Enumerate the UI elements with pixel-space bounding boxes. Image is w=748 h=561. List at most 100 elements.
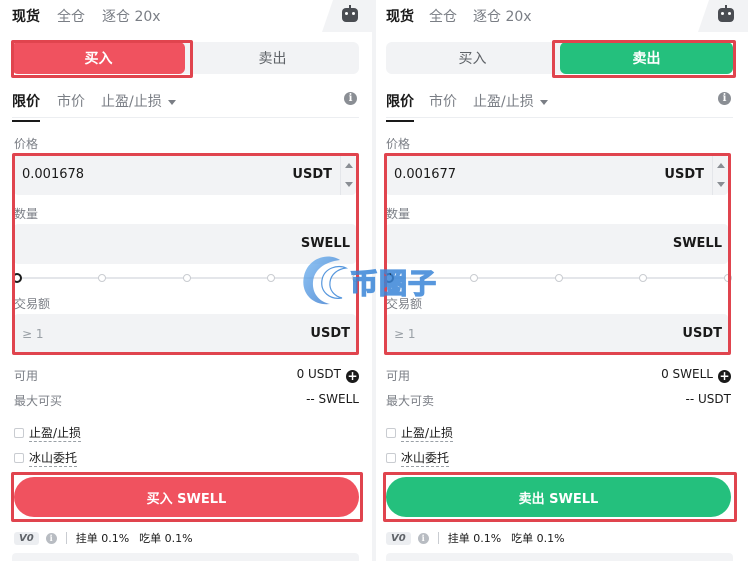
tpsl-checkbox[interactable] [14,428,24,438]
tab-spot[interactable]: 现货 [386,6,414,26]
price-unit: USDT [664,167,704,182]
price-label: 价格 [386,137,411,151]
trading-bot-button[interactable] [698,0,748,32]
fee-info-icon[interactable]: i [45,532,57,544]
tab-tpsl[interactable]: 止盈/止损 [101,91,176,111]
tpsl-checkbox-label: 止盈/止损 [401,426,454,442]
tab-market[interactable]: 市价 [429,91,457,111]
amount-unit: SWELL [672,236,722,251]
price-label: 价格 [14,137,39,151]
trading-bot-button[interactable] [322,0,372,32]
vip-tier-badge[interactable]: V0 [14,531,39,545]
available-label: 可用 [386,369,411,383]
slider-mark-75[interactable] [639,274,647,282]
slider-mark-25[interactable] [98,274,106,282]
robot-icon [718,5,734,22]
price-stepper[interactable] [340,155,356,195]
sell-submit-button[interactable]: 卖出 SWELL [386,477,731,517]
slider-handle[interactable] [12,273,22,283]
taker-fee: 吃单 0.1% [511,532,565,545]
chevron-down-icon [539,99,548,105]
tpsl-checkbox-row[interactable]: 止盈/止损 [386,424,454,442]
tab-tpsl-label: 止盈/止损 [101,94,162,110]
tab-limit[interactable]: 限价 [386,91,414,122]
amount-label: 数量 [386,207,411,221]
price-input[interactable]: 0.001677 USDT [386,155,728,195]
slider-mark-50[interactable] [183,274,191,282]
slider-mark-100[interactable] [724,274,732,282]
tab-limit[interactable]: 限价 [12,91,40,122]
max-label: 最大可买 [14,394,63,408]
total-label: 交易额 [386,297,423,311]
available-value-group: 0 USDT + [297,367,359,383]
max-value: -- USDT [685,392,731,406]
available-value: 0 SWELL [661,367,713,381]
slider-mark-75[interactable] [267,274,275,282]
fee-info-icon[interactable]: i [417,532,429,544]
fee-separator [65,532,67,544]
tpsl-checkbox-row[interactable]: 止盈/止损 [14,424,82,442]
iceberg-checkbox-row[interactable]: 冰山委托 [386,449,450,467]
iceberg-checkbox-label: 冰山委托 [401,451,450,467]
robot-icon [342,5,358,22]
total-label: 交易额 [14,297,51,311]
price-input[interactable]: 0.001678 USDT [14,155,356,195]
tab-market[interactable]: 市价 [57,91,85,111]
iceberg-checkbox-label: 冰山委托 [29,451,78,467]
total-input[interactable]: ≥ 1 USDT [14,314,356,354]
maker-fee: 挂单 0.1% [447,532,502,545]
buy-side-button[interactable]: 买入 [12,42,185,74]
sell-side-button[interactable]: 卖出 [560,42,733,74]
decrement-icon[interactable] [345,182,353,187]
order-type-tabs: 限价 市价 止盈/止损 i [12,88,359,122]
available-label: 可用 [14,369,39,383]
tab-cross[interactable]: 全仓 [57,6,85,26]
amount-unit: SWELL [300,236,350,251]
price-value: 0.001678 [22,167,85,182]
tab-tpsl[interactable]: 止盈/止损 [473,91,548,111]
sell-side-button[interactable]: 卖出 [186,42,359,74]
tpsl-checkbox[interactable] [386,428,396,438]
iceberg-checkbox[interactable] [14,453,24,463]
panel-bottom-edge [12,553,359,561]
amount-label: 数量 [14,207,39,221]
fee-row: V0 i 挂单 0.1% 吃单 0.1% [14,529,193,547]
slider-mark-100[interactable] [352,274,360,282]
total-placeholder: ≥ 1 [394,327,416,341]
total-placeholder: ≥ 1 [22,327,44,341]
tab-spot[interactable]: 现货 [12,6,40,26]
tab-cross[interactable]: 全仓 [429,6,457,26]
price-unit: USDT [292,167,332,182]
slider-mark-25[interactable] [470,274,478,282]
iceberg-checkbox[interactable] [386,453,396,463]
total-input[interactable]: ≥ 1 USDT [386,314,728,354]
price-value: 0.001677 [394,167,457,182]
order-type-tabs: 限价 市价 止盈/止损 i [386,88,733,122]
vip-tier-badge[interactable]: V0 [386,531,411,545]
total-unit: USDT [682,326,722,341]
slider-mark-50[interactable] [555,274,563,282]
amount-slider[interactable] [12,273,360,283]
tab-isolated[interactable]: 逐仓 20x [473,6,532,26]
price-stepper[interactable] [712,155,728,195]
info-icon[interactable]: i [718,92,731,105]
info-icon[interactable]: i [344,92,357,105]
buy-side-button[interactable]: 买入 [386,42,559,74]
iceberg-checkbox-row[interactable]: 冰山委托 [14,449,78,467]
buy-submit-button[interactable]: 买入 SWELL [14,477,359,517]
panel-bottom-edge [386,553,733,561]
decrement-icon[interactable] [717,182,725,187]
increment-icon[interactable] [717,163,725,168]
plus-circle-icon[interactable]: + [718,370,731,383]
account-type-tabs: 现货 全仓 逐仓 20x [376,0,748,32]
slider-handle[interactable] [384,273,394,283]
tab-isolated[interactable]: 逐仓 20x [102,6,161,26]
amount-slider[interactable] [384,273,732,283]
sell-panel: 现货 全仓 逐仓 20x 买入 卖出 限价 市价 止盈/止损 i 价格 0.00… [376,0,748,561]
increment-icon[interactable] [345,163,353,168]
tpsl-checkbox-label: 止盈/止损 [29,426,82,442]
amount-input[interactable]: SWELL [14,224,356,264]
side-toggle: 买入 卖出 [386,42,733,74]
plus-circle-icon[interactable]: + [346,370,359,383]
amount-input[interactable]: SWELL [386,224,728,264]
